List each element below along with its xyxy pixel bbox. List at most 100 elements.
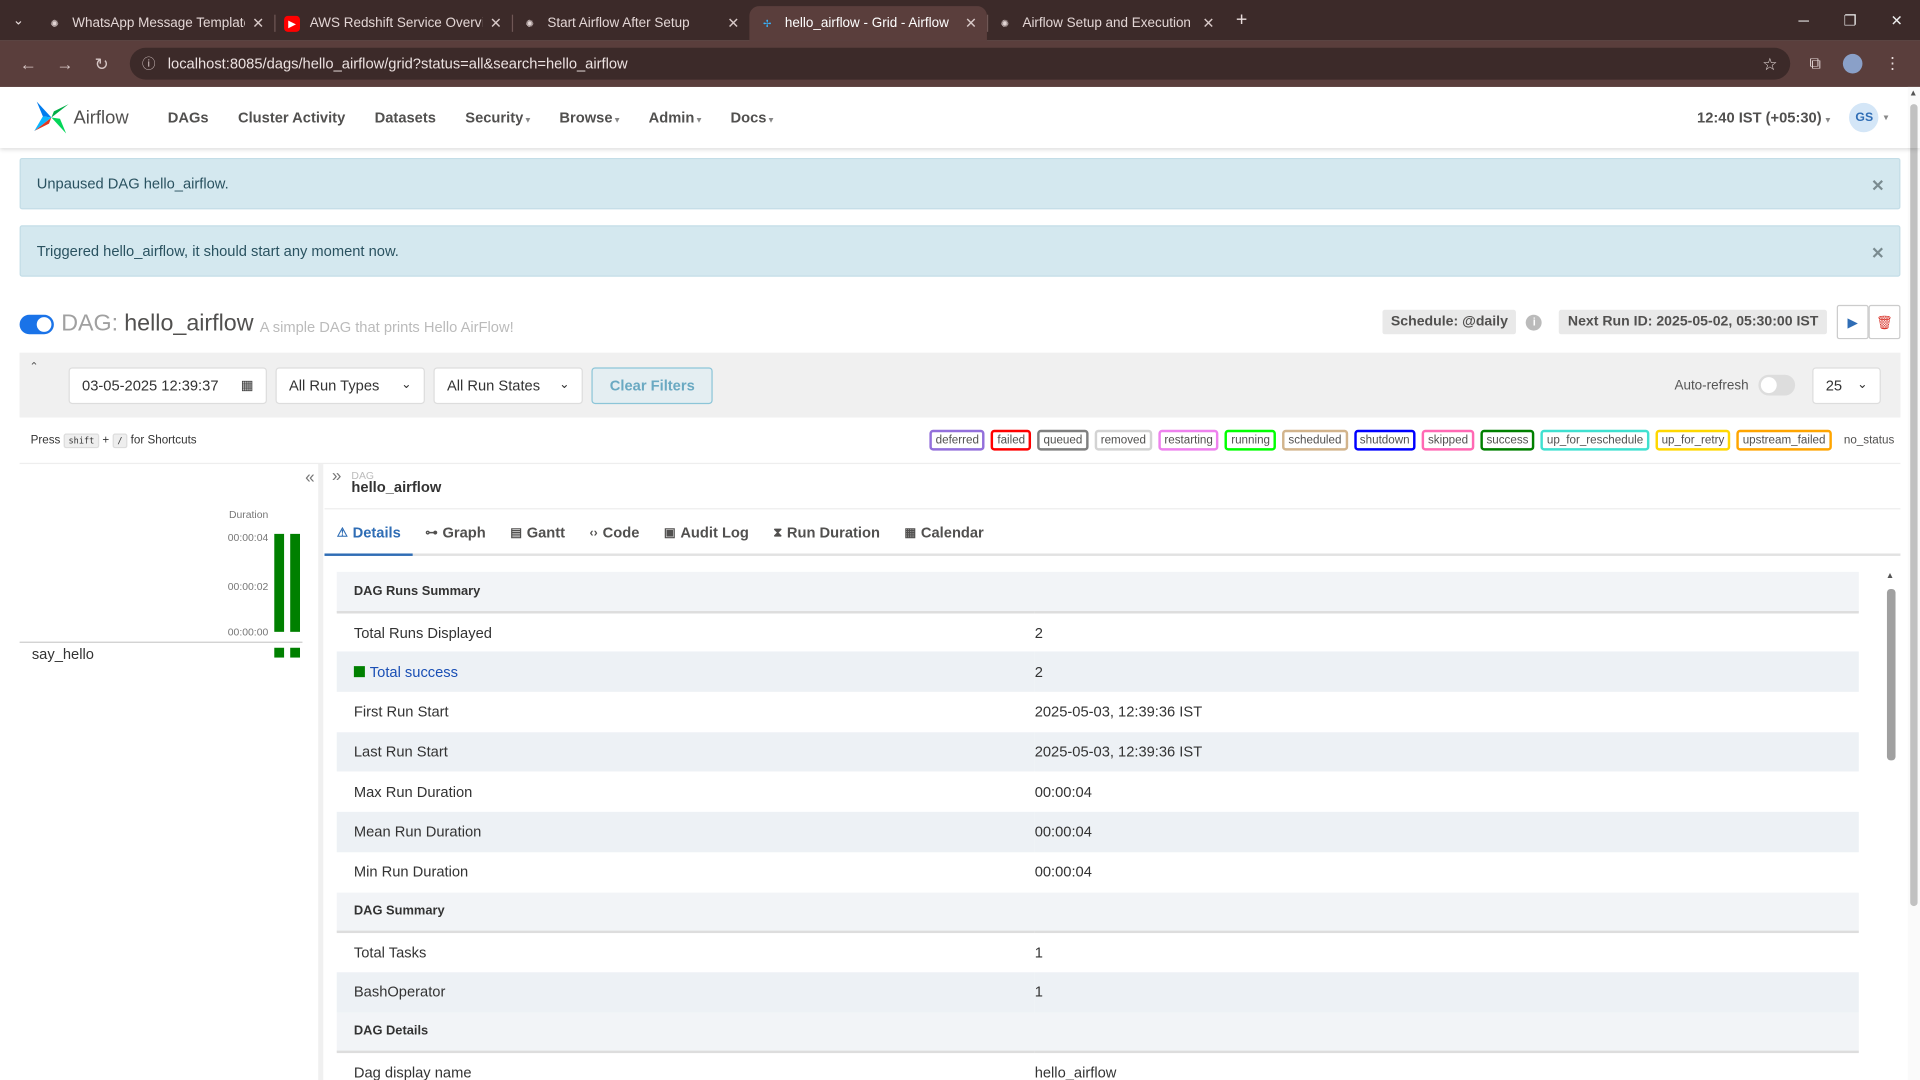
bookmark-star-icon[interactable]: ☆ bbox=[1762, 53, 1777, 74]
clear-filters-button[interactable]: Clear Filters bbox=[591, 366, 714, 404]
task-instance-cell[interactable] bbox=[290, 647, 301, 658]
browser-menu-icon[interactable]: ⋮ bbox=[1885, 54, 1901, 74]
state-badge-up_for_reschedule[interactable]: up_for_reschedule bbox=[1540, 429, 1650, 451]
state-badge-queued[interactable]: queued bbox=[1037, 429, 1089, 451]
auto-refresh-label: Auto-refresh bbox=[1674, 377, 1749, 393]
info-icon[interactable]: i bbox=[1526, 314, 1543, 331]
tab-graph[interactable]: ⊶ Graph bbox=[413, 512, 498, 554]
state-badge-skipped[interactable]: skipped bbox=[1421, 429, 1475, 451]
table-row: Last Run Start 2025-05-03, 12:39:36 IST bbox=[336, 731, 1859, 772]
dag-label: DAG: bbox=[61, 311, 119, 337]
browser-tab[interactable]: ✺ WhatsApp Message Template ✕ bbox=[37, 6, 275, 40]
close-alert-icon[interactable]: ✕ bbox=[1871, 244, 1884, 264]
browser-tab[interactable]: ▶ AWS Redshift Service Overview ✕ bbox=[274, 6, 512, 40]
browser-tab[interactable]: ✺ Start Airflow After Setup ✕ bbox=[511, 6, 750, 40]
collapse-grid-icon[interactable]: « bbox=[305, 467, 315, 487]
airflow-navbar: Airflow DAGs Cluster Activity Datasets Secu… bbox=[0, 87, 1920, 148]
minimize-icon[interactable]: ─ bbox=[1780, 0, 1827, 40]
row-value: 00:00:04 bbox=[1034, 811, 1859, 853]
next-run-badge: Next Run ID: 2025-05-02, 05:30:00 IST bbox=[1559, 309, 1827, 335]
chevron-down-icon: ⌄ bbox=[401, 378, 412, 392]
table-row: First Run Start 2025-05-03, 12:39:36 IST bbox=[337, 692, 1859, 732]
nav-datasets[interactable]: Datasets bbox=[360, 109, 451, 126]
brand-name: Airflow bbox=[73, 107, 129, 128]
nav-dags[interactable]: DAGs bbox=[153, 109, 223, 126]
run-type-select[interactable]: All Run Types ⌄ bbox=[275, 366, 425, 404]
dag-description: A simple DAG that prints Hello AirFlow! bbox=[259, 317, 514, 335]
task-row-say-hello[interactable]: say_hello bbox=[19, 641, 303, 664]
state-badge-scheduled[interactable]: scheduled bbox=[1282, 429, 1348, 451]
nav-browse[interactable]: Browse ▾ bbox=[545, 109, 634, 126]
profile-avatar-icon[interactable] bbox=[1842, 53, 1863, 74]
site-info-icon[interactable]: ⓘ bbox=[142, 54, 155, 74]
page-size-select[interactable]: 25 ⌄ bbox=[1812, 366, 1881, 404]
auto-refresh-switch[interactable] bbox=[1758, 374, 1796, 396]
browser-tab[interactable]: ✺ Airflow Setup and Execution ✕ bbox=[986, 6, 1225, 40]
tab-code[interactable]: ‹› Code bbox=[577, 512, 651, 554]
restore-icon[interactable]: ❐ bbox=[1827, 0, 1874, 40]
nav-docs[interactable]: Docs ▾ bbox=[716, 109, 788, 126]
close-window-icon[interactable]: ✕ bbox=[1873, 0, 1920, 40]
close-tab-icon[interactable]: ✕ bbox=[490, 15, 502, 32]
close-tab-icon[interactable]: ✕ bbox=[965, 15, 977, 32]
state-badge-no_status[interactable]: no_status bbox=[1838, 430, 1901, 451]
close-tab-icon[interactable]: ✕ bbox=[1202, 15, 1214, 32]
tab-audit-log[interactable]: ▣ Audit Log bbox=[652, 512, 762, 554]
details-scrollbar[interactable]: ▲ bbox=[1886, 572, 1897, 1080]
clock-display[interactable]: 12:40 IST (+05:30) ▾ bbox=[1697, 109, 1830, 126]
duration-label: Duration bbox=[228, 508, 269, 521]
extensions-icon[interactable]: ⧉ bbox=[1809, 54, 1820, 74]
duration-tick: 00:00:02 bbox=[227, 580, 269, 593]
back-icon[interactable]: ← bbox=[10, 54, 47, 74]
trigger-dag-button[interactable]: ▶ bbox=[1836, 304, 1869, 340]
state-badge-deferred[interactable]: deferred bbox=[929, 429, 986, 451]
row-key: Min Run Duration bbox=[353, 863, 469, 881]
row-key[interactable]: Total success bbox=[336, 651, 1035, 692]
calendar-icon[interactable]: ▦ bbox=[241, 377, 254, 393]
browser-tab[interactable]: ✢ hello_airflow - Grid - Airflow ✕ bbox=[749, 6, 987, 41]
details-pane: » DAG hello_airflow ⚠ Details ⊶ Graph ▤ Gantt… bbox=[318, 464, 1901, 1080]
tab-gantt[interactable]: ▤ Gantt bbox=[498, 512, 577, 554]
state-badge-running[interactable]: running bbox=[1225, 429, 1277, 451]
browser-tabbar: ⌄ ✺ WhatsApp Message Template ✕ ▶ AWS Red… bbox=[0, 0, 1920, 41]
nav-cluster-activity[interactable]: Cluster Activity bbox=[223, 109, 360, 126]
table-row: Dag display name hello_airflow bbox=[337, 1052, 1859, 1080]
task-instance-cell[interactable] bbox=[274, 647, 285, 658]
tab-details[interactable]: ⚠ Details bbox=[324, 512, 414, 556]
tab-search-icon[interactable]: ⌄ bbox=[0, 0, 37, 40]
state-badge-restarting[interactable]: restarting bbox=[1158, 429, 1219, 451]
url-field[interactable]: ⓘ localhost:8085/dags/hello_airflow/grid… bbox=[129, 47, 1790, 80]
state-badge-removed[interactable]: removed bbox=[1094, 429, 1153, 451]
state-badge-success[interactable]: success bbox=[1480, 429, 1535, 451]
state-badge-failed[interactable]: failed bbox=[991, 429, 1032, 451]
tab-title: hello_airflow - Grid - Airflow bbox=[784, 15, 949, 31]
collapse-up-icon[interactable]: ⌃ bbox=[29, 360, 38, 373]
expand-icon[interactable]: » bbox=[332, 465, 342, 485]
user-menu[interactable]: GS ▾ bbox=[1849, 102, 1888, 133]
pause-toggle[interactable] bbox=[19, 314, 54, 335]
base-date-input[interactable]: 03-05-2025 12:39:37 ▦ bbox=[68, 366, 267, 404]
run-duration-bar[interactable] bbox=[290, 533, 301, 632]
breadcrumb-dag-name[interactable]: hello_airflow bbox=[351, 479, 1900, 496]
state-badge-shutdown[interactable]: shutdown bbox=[1353, 429, 1416, 451]
nav-security[interactable]: Security ▾ bbox=[451, 109, 545, 126]
tab-calendar[interactable]: ▦ Calendar bbox=[892, 512, 996, 554]
close-tab-icon[interactable]: ✕ bbox=[252, 15, 264, 32]
airflow-logo[interactable]: Airflow bbox=[32, 99, 129, 136]
tab-run-duration[interactable]: ⧗ Run Duration bbox=[761, 512, 892, 554]
airflow-icon: ✢ bbox=[763, 17, 772, 29]
new-tab-button[interactable]: + bbox=[1225, 9, 1259, 31]
table-row: Total Tasks 1 bbox=[337, 932, 1859, 972]
close-alert-icon[interactable]: ✕ bbox=[1871, 176, 1884, 196]
close-tab-icon[interactable]: ✕ bbox=[727, 15, 739, 32]
delete-dag-button[interactable]: 🗑 bbox=[1868, 304, 1901, 340]
state-badge-up_for_retry[interactable]: up_for_retry bbox=[1655, 429, 1731, 451]
row-value: hello_airflow bbox=[1034, 1064, 1117, 1080]
forward-icon[interactable]: → bbox=[47, 54, 84, 74]
run-duration-bar[interactable] bbox=[274, 533, 285, 632]
state-badge-upstream_failed[interactable]: upstream_failed bbox=[1736, 429, 1832, 451]
reload-icon[interactable]: ↻ bbox=[83, 53, 120, 74]
run-state-select[interactable]: All Run States ⌄ bbox=[433, 366, 583, 404]
page-scrollbar[interactable]: ▲ bbox=[1907, 86, 1920, 1080]
nav-admin[interactable]: Admin ▾ bbox=[634, 109, 716, 126]
